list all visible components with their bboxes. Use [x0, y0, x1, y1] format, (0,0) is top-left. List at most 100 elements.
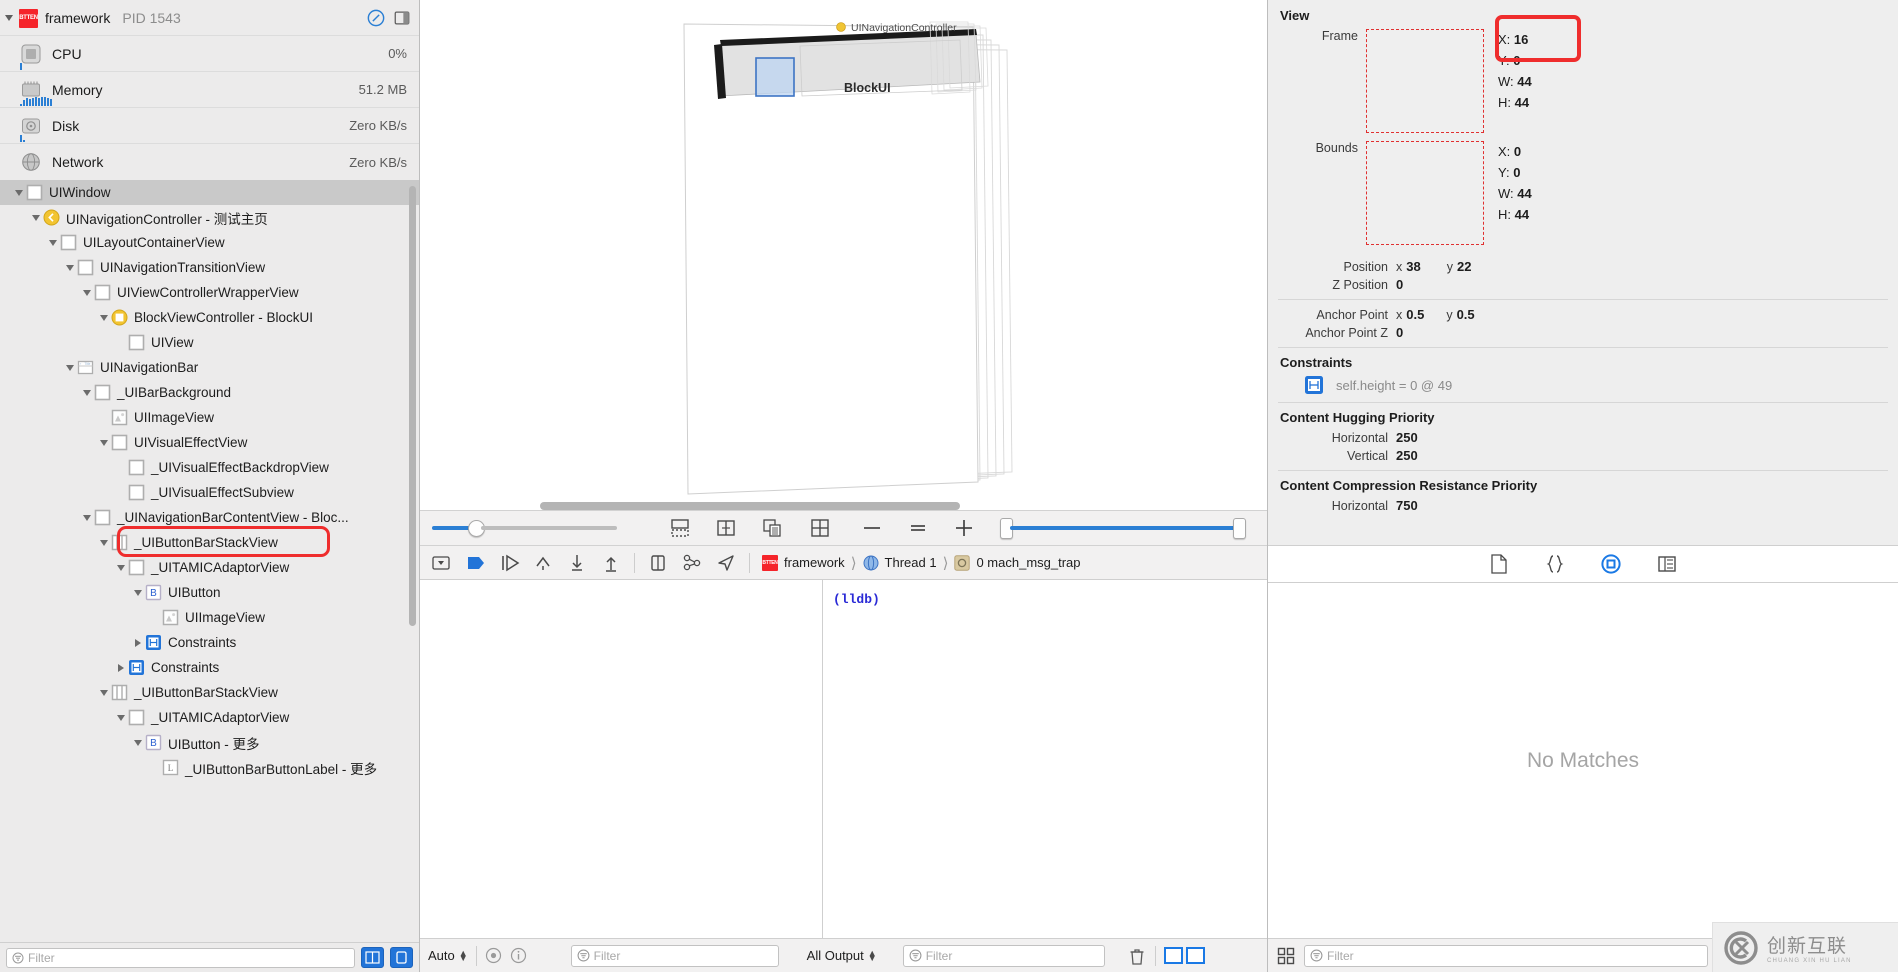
trash-icon[interactable]: [1127, 946, 1147, 966]
process-disclosure-triangle[interactable]: [5, 15, 13, 21]
compression-horizontal-row[interactable]: Horizontal 750: [1278, 498, 1888, 513]
canvas-horizontal-scrollbar[interactable]: [540, 502, 960, 510]
tree-disclosure-triangle[interactable]: [83, 515, 91, 521]
watch-eye-icon[interactable]: [485, 947, 502, 964]
zoom-in-icon[interactable]: [953, 517, 975, 539]
variables-view[interactable]: [420, 580, 823, 938]
tree-row[interactable]: BlockViewController - BlockUI: [0, 305, 419, 330]
show-constraints-button[interactable]: [361, 947, 384, 968]
tree-disclosure-triangle[interactable]: [32, 215, 40, 221]
hierarchy-3d-render[interactable]: UINavigationController BlockUI: [420, 0, 1267, 510]
constraint-item[interactable]: self.height = 0 @ 49: [1278, 375, 1888, 395]
grid-icon[interactable]: [809, 517, 831, 539]
tree-row[interactable]: UINavigationTransitionView: [0, 255, 419, 280]
position-row[interactable]: Position x 38 y 22: [1278, 259, 1888, 274]
tree-disclosure-triangle[interactable]: [100, 540, 108, 546]
frame-y-row[interactable]: Y: 0: [1498, 50, 1532, 71]
scope-popup-button[interactable]: Auto ▲▼: [428, 948, 468, 963]
tree-disclosure-triangle[interactable]: [49, 240, 57, 246]
bounds-x-row[interactable]: X: 0: [1498, 141, 1532, 162]
frame-h-row[interactable]: H: 44: [1498, 92, 1532, 113]
tree-disclosure-triangle[interactable]: [83, 290, 91, 296]
process-header-row[interactable]: BTTEN framework PID 1543: [0, 0, 419, 36]
info-icon[interactable]: [510, 947, 527, 964]
tree-row[interactable]: _UIVisualEffectBackdropView: [0, 455, 419, 480]
tree-row[interactable]: _UINavigationBarContentView - Bloc...: [0, 505, 419, 530]
tree-row[interactable]: L_UIButtonBarButtonLabel - 更多: [0, 755, 419, 780]
tree-disclosure-triangle[interactable]: [117, 565, 125, 571]
tree-disclosure-triangle[interactable]: [100, 315, 108, 321]
object-inspector-icon[interactable]: [1600, 553, 1622, 575]
tree-row[interactable]: UIWindow: [0, 180, 419, 205]
show-clipped-button[interactable]: [390, 947, 413, 968]
frame-x-row[interactable]: X: 16: [1498, 29, 1532, 50]
z-position-row[interactable]: Z Position 0: [1278, 277, 1888, 292]
tree-row[interactable]: _UIBarBackground: [0, 380, 419, 405]
step-over-icon[interactable]: [498, 552, 520, 574]
inspector-filter-input[interactable]: Filter: [1304, 945, 1708, 967]
memory-graph-icon[interactable]: [681, 552, 703, 574]
tree-disclosure-triangle[interactable]: [100, 440, 108, 446]
view-debug-icon[interactable]: [647, 552, 669, 574]
anchor-point-row[interactable]: Anchor Point x 0.5 y 0.5: [1278, 307, 1888, 322]
quick-help-icon[interactable]: [1544, 553, 1566, 575]
tree-row[interactable]: _UIButtonBarStackView: [0, 680, 419, 705]
tree-row[interactable]: BUIButton: [0, 580, 419, 605]
output-popup-button[interactable]: All Output ▲▼: [807, 948, 877, 963]
tree-row[interactable]: _UITAMICAdaptorView: [0, 555, 419, 580]
tree-row[interactable]: _UIButtonBarStackView: [0, 530, 419, 555]
tree-disclosure-triangle[interactable]: [100, 690, 108, 696]
navigator-filter-input[interactable]: Filter: [6, 948, 355, 968]
tree-row[interactable]: UIImageView: [0, 605, 419, 630]
hugging-horizontal-row[interactable]: Horizontal 250: [1278, 430, 1888, 445]
orient-horizontal-icon[interactable]: [715, 517, 737, 539]
size-inspector-icon[interactable]: [1656, 553, 1678, 575]
tree-disclosure-triangle[interactable]: [15, 190, 23, 196]
step-into-icon[interactable]: [532, 552, 554, 574]
orient-vertical-icon[interactable]: [669, 517, 691, 539]
frame-w-row[interactable]: W: 44: [1498, 71, 1532, 92]
console-split-toggle[interactable]: [1164, 947, 1205, 964]
tree-row[interactable]: UIView: [0, 330, 419, 355]
tree-disclosure-triangle[interactable]: [83, 390, 91, 396]
tree-row[interactable]: UIViewControllerWrapperView: [0, 280, 419, 305]
tree-row[interactable]: BUIButton - 更多: [0, 730, 419, 755]
variables-filter-input[interactable]: Filter: [571, 945, 779, 967]
bounds-y-row[interactable]: Y: 0: [1498, 162, 1532, 183]
layers-icon[interactable]: [761, 517, 783, 539]
tree-row[interactable]: UINavigationController - 测试主页: [0, 205, 419, 230]
zoom-slider[interactable]: [1003, 518, 1243, 538]
gauge-row-network[interactable]: Network Zero KB/s: [0, 144, 419, 180]
tree-row[interactable]: ‹TitleUINavigationBar: [0, 355, 419, 380]
tree-disclosure-triangle[interactable]: [135, 639, 141, 647]
depth-slider[interactable]: [432, 518, 617, 538]
view-hierarchy-canvas[interactable]: UINavigationController BlockUI: [420, 0, 1267, 510]
tree-disclosure-triangle[interactable]: [118, 664, 124, 672]
zoom-out-icon[interactable]: [861, 517, 883, 539]
tree-row[interactable]: Constraints: [0, 630, 419, 655]
hugging-vertical-row[interactable]: Vertical 250: [1278, 448, 1888, 463]
gauge-row-disk[interactable]: Disk Zero KB/s: [0, 108, 419, 144]
instrument-gauge-icon[interactable]: [367, 9, 385, 27]
console-filter-input[interactable]: Filter: [903, 945, 1105, 967]
gauge-row-cpu[interactable]: CPU 0%: [0, 36, 419, 72]
breadcrumb-frame[interactable]: 0 mach_msg_trap: [976, 555, 1080, 570]
step-out-icon[interactable]: [566, 552, 588, 574]
tree-row[interactable]: UILayoutContainerView: [0, 230, 419, 255]
view-hierarchy-tree[interactable]: UIWindowUINavigationController - 测试主页UIL…: [0, 180, 419, 942]
tree-disclosure-triangle[interactable]: [66, 365, 74, 371]
zoom-reset-icon[interactable]: [907, 517, 929, 539]
gauge-row-memory[interactable]: Memory 51.2 MB: [0, 72, 419, 108]
console-output[interactable]: (lldb): [823, 580, 1267, 938]
library-grid-icon[interactable]: [1276, 946, 1296, 966]
breadcrumb-thread[interactable]: Thread 1: [885, 555, 937, 570]
hide-debug-icon[interactable]: [430, 552, 452, 574]
tree-disclosure-triangle[interactable]: [134, 740, 142, 746]
tree-row[interactable]: _UIVisualEffectSubview: [0, 480, 419, 505]
tree-disclosure-triangle[interactable]: [66, 265, 74, 271]
step-out-up-icon[interactable]: [600, 552, 622, 574]
tree-disclosure-triangle[interactable]: [117, 715, 125, 721]
object-inspector-content[interactable]: View Frame X: 16 Y: 0 W: 44: [1268, 0, 1898, 545]
tree-row[interactable]: UIVisualEffectView: [0, 430, 419, 455]
anchor-point-z-row[interactable]: Anchor Point Z 0: [1278, 325, 1888, 340]
